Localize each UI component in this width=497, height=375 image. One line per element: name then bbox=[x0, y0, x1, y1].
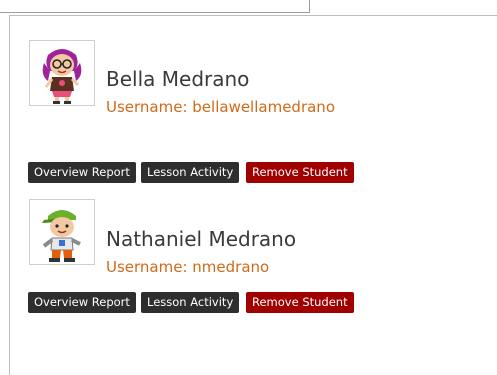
remove-student-button[interactable]: Remove Student bbox=[246, 292, 354, 313]
overview-report-button[interactable]: Overview Report bbox=[28, 162, 136, 183]
student-avatar bbox=[29, 199, 95, 265]
student-name: Bella Medrano bbox=[106, 67, 250, 91]
lesson-activity-button[interactable]: Lesson Activity bbox=[141, 292, 240, 313]
lesson-activity-button[interactable]: Lesson Activity bbox=[141, 162, 240, 183]
overview-report-button[interactable]: Overview Report bbox=[28, 292, 136, 313]
top-divider-line bbox=[0, 0, 310, 13]
student-avatar bbox=[29, 40, 95, 106]
student-username: Username: nmedrano bbox=[106, 258, 270, 276]
student-name: Nathaniel Medrano bbox=[106, 227, 297, 251]
top-divider-tick bbox=[309, 0, 310, 13]
girl-avatar-icon bbox=[42, 49, 82, 104]
remove-student-button[interactable]: Remove Student bbox=[246, 162, 354, 183]
student-username: Username: bellawellamedrano bbox=[106, 98, 335, 116]
boy-avatar-icon bbox=[42, 210, 81, 262]
students-panel: Bella Medrano Username: bellawellamedran… bbox=[9, 15, 497, 375]
